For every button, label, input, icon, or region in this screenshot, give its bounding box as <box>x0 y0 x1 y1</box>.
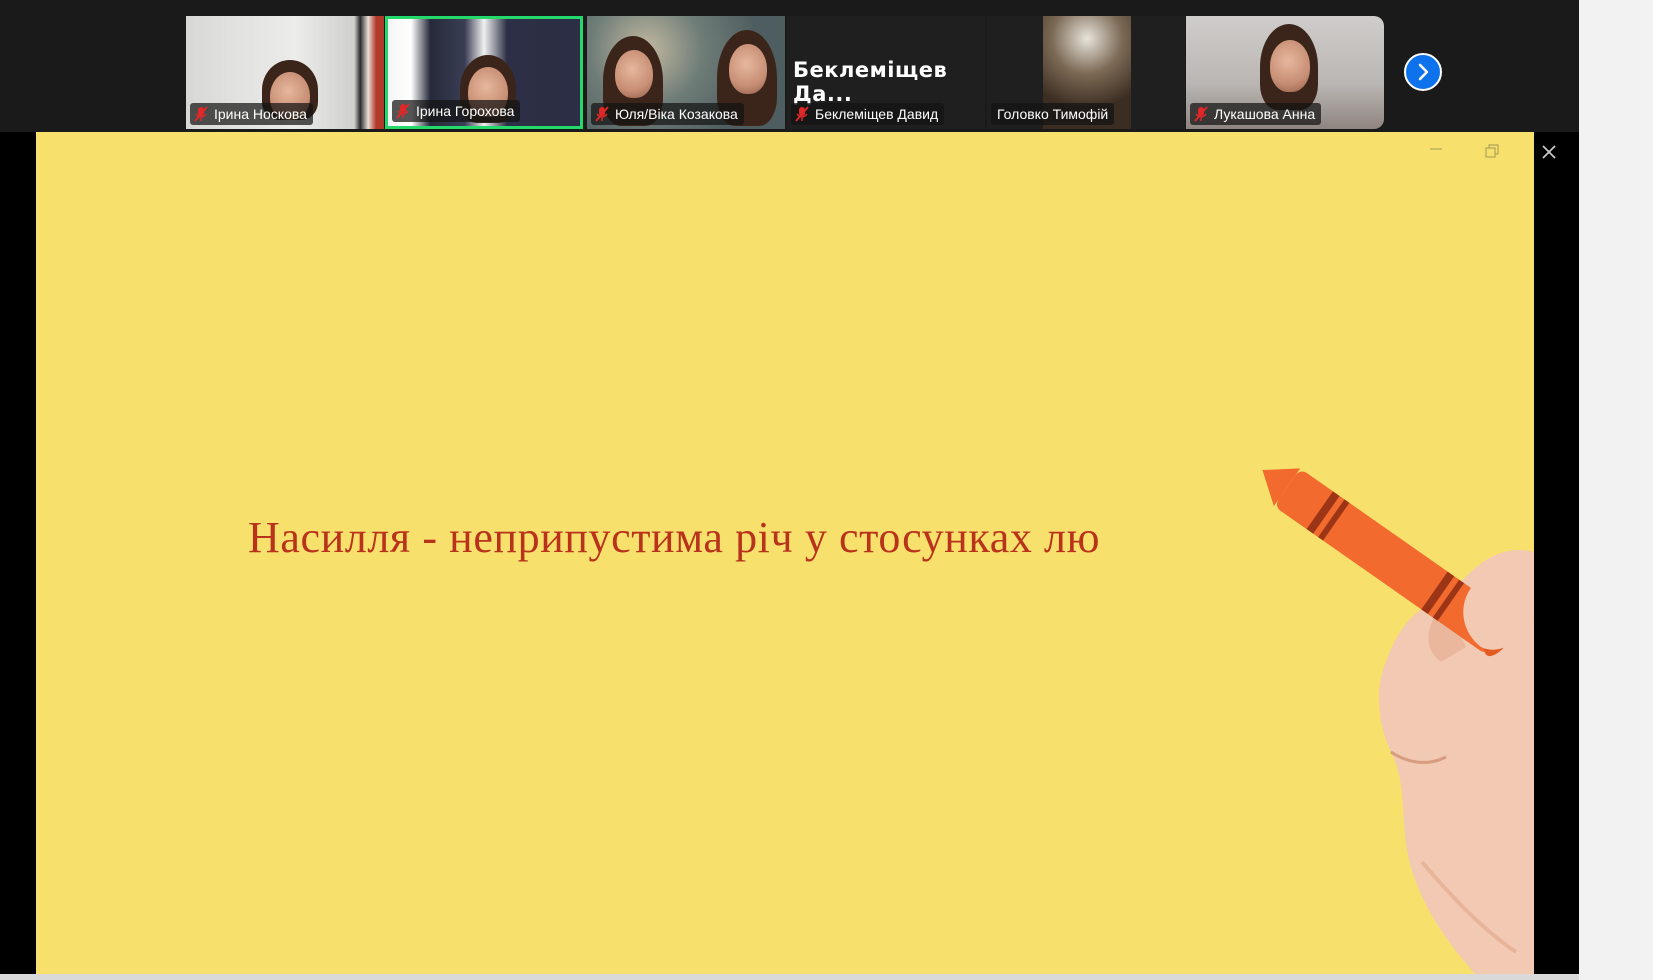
participant-nameplate: Юля/Віка Козакова <box>591 103 744 125</box>
close-icon <box>1542 145 1556 159</box>
participant-tile[interactable]: Ірина Носкова <box>186 16 384 129</box>
zoom-meeting-window: Ірина Носкова Ірина Горохова Юля/Віка Ко… <box>0 0 1653 980</box>
participant-nameplate: Ірина Носкова <box>190 103 313 125</box>
participant-face <box>1270 40 1310 92</box>
screen-share-area: Насилля - неприпустима річ у стосунках л… <box>0 132 1579 980</box>
participant-nameplate: Ірина Горохова <box>392 100 521 122</box>
slide-text: Насилля - неприпустима річ у стосунках л… <box>248 513 1101 562</box>
desktop-edge <box>1579 0 1653 980</box>
participant-gallery-strip: Ірина Носкова Ірина Горохова Юля/Віка Ко… <box>0 0 1579 132</box>
participant-tile-camera-off[interactable]: Беклеміщев Да... Беклеміщев Давид <box>787 16 985 129</box>
next-participants-button[interactable] <box>1404 53 1442 91</box>
minimize-icon <box>1430 148 1442 150</box>
participant-name: Юля/Віка Козакова <box>615 106 738 122</box>
participant-display-title: Беклеміщев Да... <box>793 58 948 106</box>
participant-tile-active-speaker[interactable]: Ірина Горохова <box>385 16 583 129</box>
mic-muted-icon <box>1194 106 1208 122</box>
participant-name: Ірина Носкова <box>214 106 307 122</box>
participant-face <box>729 44 767 94</box>
participant-nameplate: Лукашова Анна <box>1190 103 1322 125</box>
mic-muted-icon <box>396 103 410 119</box>
participant-tile[interactable]: Головко Тимофій <box>987 16 1185 129</box>
participant-tile[interactable]: Лукашова Анна <box>1186 16 1384 129</box>
close-button[interactable] <box>1541 144 1557 165</box>
participant-nameplate: Беклеміщев Давид <box>791 103 945 125</box>
restore-button[interactable] <box>1485 144 1499 163</box>
bottom-divider <box>0 974 1579 980</box>
participant-name: Головко Тимофій <box>997 106 1109 122</box>
participant-tile[interactable]: Юля/Віка Козакова <box>587 16 785 129</box>
mic-muted-icon <box>795 106 809 122</box>
participant-name: Ірина Горохова <box>416 103 515 119</box>
restore-icon <box>1485 144 1499 158</box>
hand-with-crayon-illustration <box>1262 468 1534 975</box>
participant-nameplate: Головко Тимофій <box>991 103 1115 125</box>
shared-slide: Насилля - неприпустима річ у стосунках л… <box>36 132 1534 975</box>
mic-muted-icon <box>194 106 208 122</box>
mic-muted-icon <box>595 106 609 122</box>
chevron-right-icon <box>1418 63 1429 81</box>
participant-name: Беклеміщев Давид <box>815 106 939 122</box>
minimize-button[interactable] <box>1429 140 1443 159</box>
participant-name: Лукашова Анна <box>1214 106 1316 122</box>
participant-face <box>615 50 653 98</box>
